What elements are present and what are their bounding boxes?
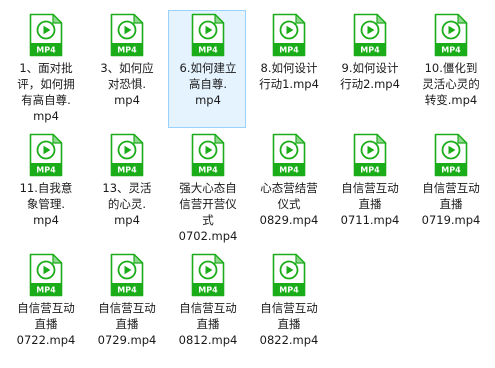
mp4-badge-label: MP4 xyxy=(117,46,137,55)
mp4-badge-label: MP4 xyxy=(279,286,299,295)
file-name-label: 6.如何建立 高自尊. mp4 xyxy=(179,61,237,107)
file-name-label: 自信营互动 直播 0729.mp4 xyxy=(97,301,157,347)
mp4-video-file-icon: MP4 xyxy=(110,133,144,177)
mp4-badge-label: MP4 xyxy=(279,46,299,55)
mp4-badge-label: MP4 xyxy=(198,166,218,175)
mp4-badge-label: MP4 xyxy=(36,286,56,295)
mp4-video-file-icon: MP4 xyxy=(29,253,63,297)
file-item[interactable]: MP4 自信营互动 直播 0729.mp4 xyxy=(87,250,165,368)
file-item[interactable]: MP4 13、灵活 的心灵. mp4 xyxy=(87,130,165,248)
file-item[interactable]: MP4 8.如何设计 行动1.mp4 xyxy=(249,10,327,128)
file-name-label: 11.自我意 象管理. mp4 xyxy=(19,181,73,227)
file-name-label: 9.如何设计 行动2.mp4 xyxy=(340,61,400,91)
file-name-label: 8.如何设计 行动1.mp4 xyxy=(259,61,319,91)
file-item[interactable]: MP4 10.僵化到 灵活心灵的 转变.mp4 xyxy=(411,10,489,128)
file-grid: MP4 1、面对批 评，如何拥 有高自尊. mp4 MP4 3、如何应 对恐惧. mp… xyxy=(0,0,495,368)
mp4-video-file-icon: MP4 xyxy=(110,253,144,297)
file-name-label: 13、灵活 的心灵. mp4 xyxy=(102,181,152,227)
mp4-badge-label: MP4 xyxy=(279,166,299,175)
file-name-label: 自信营互动 直播 0722.mp4 xyxy=(16,301,76,347)
mp4-badge-label: MP4 xyxy=(441,46,461,55)
file-item[interactable]: MP4 自信营互动 直播 0711.mp4 xyxy=(330,130,408,248)
file-item[interactable]: MP4 强大心态自 信营开营仪 式 0702.mp4 xyxy=(168,130,246,248)
file-name-label: 10.僵化到 灵活心灵的 转变.mp4 xyxy=(422,61,480,107)
file-item[interactable]: MP4 自信营互动 直播 0812.mp4 xyxy=(168,250,246,368)
file-name-label: 强大心态自 信营开营仪 式 0702.mp4 xyxy=(178,181,238,243)
mp4-badge-label: MP4 xyxy=(360,46,380,55)
file-name-label: 3、如何应 对恐惧. mp4 xyxy=(100,61,154,107)
mp4-video-file-icon: MP4 xyxy=(191,133,225,177)
mp4-video-file-icon: MP4 xyxy=(29,13,63,57)
file-item[interactable]: MP4 3、如何应 对恐惧. mp4 xyxy=(87,10,165,128)
file-name-label: 1、面对批 评，如何拥 有高自尊. mp4 xyxy=(17,61,75,123)
file-name-label: 自信营互动 直播 0719.mp4 xyxy=(421,181,481,227)
mp4-video-file-icon: MP4 xyxy=(434,133,468,177)
file-name-label: 自信营互动 直播 0711.mp4 xyxy=(340,181,400,227)
mp4-video-file-icon: MP4 xyxy=(272,253,306,297)
mp4-video-file-icon: MP4 xyxy=(29,133,63,177)
mp4-video-file-icon: MP4 xyxy=(191,13,225,57)
mp4-badge-label: MP4 xyxy=(198,46,218,55)
mp4-video-file-icon: MP4 xyxy=(353,13,387,57)
mp4-badge-label: MP4 xyxy=(198,286,218,295)
file-item[interactable]: MP4 自信营互动 直播 0719.mp4 xyxy=(411,130,489,248)
file-item[interactable]: MP4 1、面对批 评，如何拥 有高自尊. mp4 xyxy=(6,10,84,128)
file-item[interactable]: MP4 自信营互动 直播 0822.mp4 xyxy=(249,250,327,368)
mp4-video-file-icon: MP4 xyxy=(272,133,306,177)
mp4-video-file-icon: MP4 xyxy=(434,13,468,57)
mp4-badge-label: MP4 xyxy=(360,166,380,175)
mp4-badge-label: MP4 xyxy=(117,166,137,175)
file-item[interactable]: MP4 11.自我意 象管理. mp4 xyxy=(6,130,84,248)
mp4-badge-label: MP4 xyxy=(36,166,56,175)
mp4-video-file-icon: MP4 xyxy=(272,13,306,57)
file-item[interactable]: MP4 自信营互动 直播 0722.mp4 xyxy=(6,250,84,368)
file-item[interactable]: MP4 心态营结营 仪式 0829.mp4 xyxy=(249,130,327,248)
mp4-video-file-icon: MP4 xyxy=(110,13,144,57)
file-name-label: 心态营结营 仪式 0829.mp4 xyxy=(259,181,319,227)
mp4-video-file-icon: MP4 xyxy=(191,253,225,297)
file-name-label: 自信营互动 直播 0822.mp4 xyxy=(259,301,319,347)
file-item[interactable]: MP4 6.如何建立 高自尊. mp4 xyxy=(168,10,246,128)
mp4-badge-label: MP4 xyxy=(441,166,461,175)
mp4-video-file-icon: MP4 xyxy=(353,133,387,177)
mp4-badge-label: MP4 xyxy=(36,46,56,55)
mp4-badge-label: MP4 xyxy=(117,286,137,295)
file-item[interactable]: MP4 9.如何设计 行动2.mp4 xyxy=(330,10,408,128)
file-name-label: 自信营互动 直播 0812.mp4 xyxy=(178,301,238,347)
